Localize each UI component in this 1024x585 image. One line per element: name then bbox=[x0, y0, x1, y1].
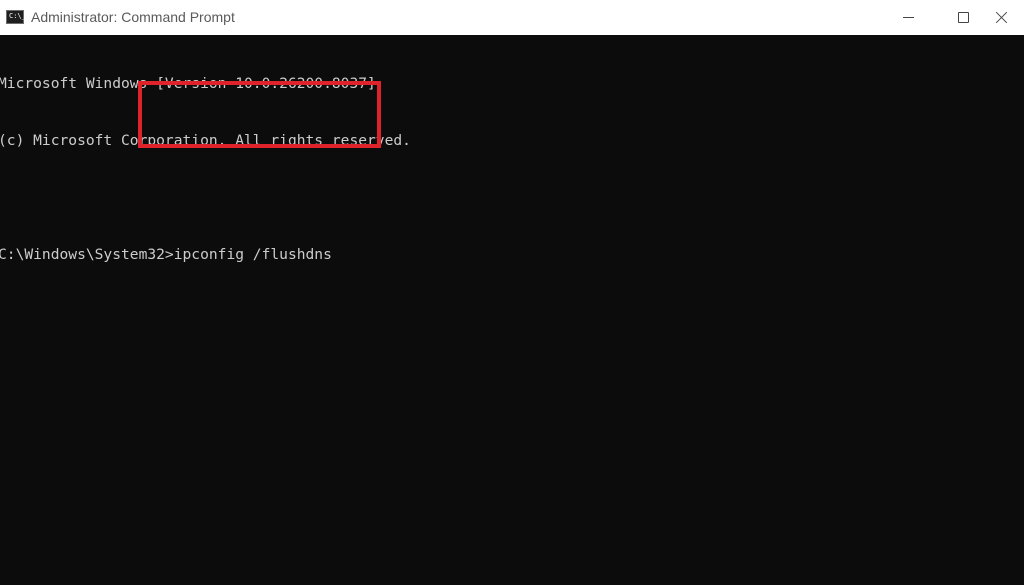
maximize-icon bbox=[958, 12, 969, 23]
close-button[interactable] bbox=[978, 0, 1024, 35]
command-prompt-icon[interactable]: C:\_ bbox=[6, 10, 26, 24]
title-bar[interactable]: C:\_ Administrator: Command Prompt bbox=[0, 0, 1024, 35]
console-line-blank bbox=[0, 188, 1018, 207]
console-output[interactable]: Microsoft Windows [Version 10.0.26200.80… bbox=[0, 36, 1018, 302]
window-title: Administrator: Command Prompt bbox=[31, 9, 235, 25]
minimize-button[interactable] bbox=[885, 0, 931, 35]
command-highlight-box bbox=[138, 81, 381, 148]
close-icon bbox=[995, 11, 1008, 24]
app-icon-glyph: C:\_ bbox=[9, 12, 26, 20]
console-line-command[interactable]: C:\Windows\System32>ipconfig /flushdns bbox=[0, 245, 1018, 264]
minimize-icon bbox=[903, 17, 914, 18]
command-prompt-window: C:\_ Administrator: Command Prompt Micro… bbox=[0, 0, 1024, 585]
